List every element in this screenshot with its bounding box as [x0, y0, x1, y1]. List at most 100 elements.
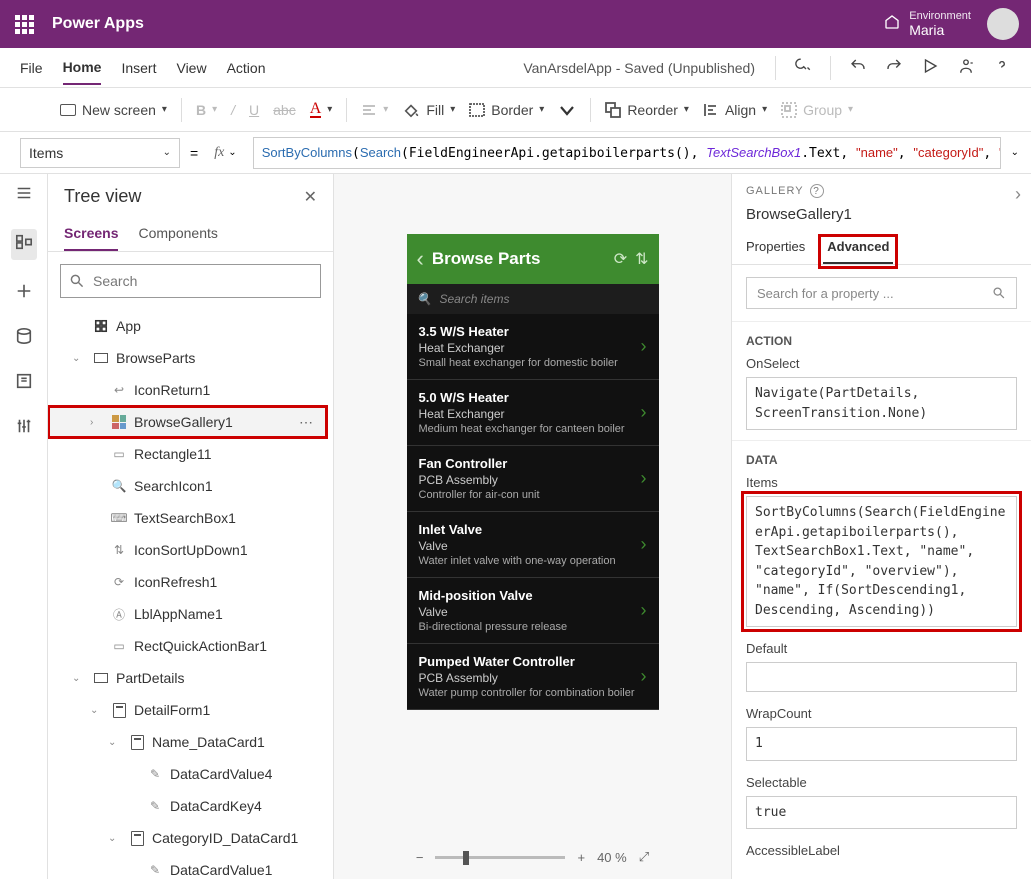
item-name: 3.5 W/S Heater: [419, 324, 641, 339]
selectable-label: Selectable: [746, 775, 1017, 790]
default-input[interactable]: [746, 662, 1017, 692]
tree-node-app[interactable]: App: [48, 310, 327, 342]
advanced-tools-icon[interactable]: [15, 417, 33, 440]
tree-node-name-datacard1[interactable]: ⌄Name_DataCard1: [48, 726, 327, 758]
preview-search[interactable]: 🔍 Search items: [407, 284, 659, 314]
close-icon[interactable]: ✕: [304, 187, 317, 207]
menubar: File Home Insert View Action VanArsdelAp…: [0, 48, 1031, 88]
tree-node-datacardvalue1[interactable]: ✎DataCardValue1: [48, 854, 327, 879]
section-action: ACTION: [732, 321, 1031, 352]
list-item[interactable]: 5.0 W/S HeaterHeat ExchangerMedium heat …: [407, 380, 659, 446]
app-preview[interactable]: ‹ Browse Parts ⟳ ⇅ 🔍 Search items 3.5 W/…: [407, 234, 659, 710]
screen-icon: [60, 104, 76, 116]
onselect-input[interactable]: Navigate(PartDetails, ScreenTransition.N…: [746, 377, 1017, 430]
redo-icon[interactable]: [885, 57, 903, 78]
tab-advanced[interactable]: Advanced: [823, 239, 893, 264]
zoom-slider[interactable]: [435, 856, 565, 859]
tree-node-partdetails[interactable]: ⌄PartDetails: [48, 662, 327, 694]
menu-action[interactable]: Action: [227, 52, 266, 84]
tree-node-datacardvalue4[interactable]: ✎DataCardValue4: [48, 758, 327, 790]
separator: [346, 98, 347, 122]
formula-bar: Items ⌄ = fx⌄ SortByColumns(Search(Field…: [0, 132, 1031, 174]
hamburger-icon[interactable]: [15, 184, 33, 207]
property-search[interactable]: Search for a property ...: [746, 277, 1017, 309]
tab-properties[interactable]: Properties: [746, 239, 805, 264]
tree-search-input[interactable]: Search: [60, 264, 321, 298]
tree-node-iconreturn1[interactable]: ↩IconReturn1: [48, 374, 327, 406]
align-text-button: ▾: [361, 103, 388, 117]
sort-icon[interactable]: ⇅: [635, 249, 648, 269]
align-button[interactable]: Align▾: [703, 102, 767, 118]
canvas-footer: − + 40 % ⤢: [334, 849, 731, 865]
preview-search-placeholder: Search items: [439, 292, 509, 306]
control-type: GALLERY: [746, 185, 804, 197]
data-icon[interactable]: [15, 327, 33, 350]
refresh-icon[interactable]: ⟳: [614, 249, 627, 269]
formula-input[interactable]: SortByColumns(Search(FieldEngineerApi.ge…: [253, 137, 1001, 169]
share-icon[interactable]: [957, 57, 975, 78]
tree-view-icon[interactable]: [11, 229, 37, 260]
tree-node-rectangle11[interactable]: ▭Rectangle11: [48, 438, 327, 470]
property-selector[interactable]: Items ⌄: [20, 138, 180, 168]
new-screen-button[interactable]: New screen ▾: [60, 102, 167, 118]
expand-formula-icon[interactable]: ⌄: [1011, 147, 1019, 158]
border-button[interactable]: Border▾: [469, 102, 544, 118]
zoom-in-button[interactable]: +: [577, 850, 585, 865]
item-description: Bi-directional pressure release: [419, 621, 641, 633]
tab-components[interactable]: Components: [138, 225, 217, 251]
chevron-right-icon[interactable]: ›: [1015, 184, 1021, 205]
environment-picker[interactable]: Environment Maria: [883, 10, 971, 38]
environment-label: Environment: [909, 10, 971, 22]
list-item[interactable]: Inlet ValveValveWater inlet valve with o…: [407, 512, 659, 578]
tree-node-detailform1[interactable]: ⌄DetailForm1: [48, 694, 327, 726]
more-icon[interactable]: ⋯: [299, 414, 315, 431]
help-icon[interactable]: [993, 57, 1011, 78]
tab-screens[interactable]: Screens: [64, 225, 118, 251]
user-avatar[interactable]: [987, 8, 1019, 40]
item-description: Water inlet valve with one-way operation: [419, 555, 641, 567]
tree-node-browseparts[interactable]: ⌄BrowseParts: [48, 342, 327, 374]
list-item[interactable]: Pumped Water ControllerPCB AssemblyWater…: [407, 644, 659, 710]
wrapcount-input[interactable]: 1: [746, 727, 1017, 761]
items-input[interactable]: SortByColumns(Search(FieldEngineerApi.ge…: [746, 496, 1017, 627]
zoom-out-button[interactable]: −: [416, 850, 424, 865]
tree-node-browsegallery1[interactable]: ›BrowseGallery1⋯: [48, 406, 327, 438]
tree-node-lblappname1[interactable]: ⒶLblAppName1: [48, 598, 327, 630]
tree-node-rectquickactionbar1[interactable]: ▭RectQuickActionBar1: [48, 630, 327, 662]
app-checker-icon[interactable]: [794, 57, 812, 78]
list-item[interactable]: Fan ControllerPCB AssemblyController for…: [407, 446, 659, 512]
list-item[interactable]: Mid-position ValveValveBi-directional pr…: [407, 578, 659, 644]
undo-icon[interactable]: [849, 57, 867, 78]
item-category: Heat Exchanger: [419, 407, 641, 421]
preview-title: Browse Parts: [432, 249, 606, 269]
menu-file[interactable]: File: [20, 52, 43, 84]
fx-button[interactable]: fx⌄: [208, 145, 243, 161]
document-title: VanArsdelApp - Saved (Unpublished): [523, 60, 755, 76]
format-dropdown[interactable]: [558, 103, 576, 117]
tree-node-searchicon1[interactable]: 🔍SearchIcon1: [48, 470, 327, 502]
tree-node-textsearchbox1[interactable]: ⌨TextSearchBox1: [48, 502, 327, 534]
tree-node-datacardkey4[interactable]: ✎DataCardKey4: [48, 790, 327, 822]
fit-to-screen-icon[interactable]: ⤢: [639, 849, 649, 865]
app-launcher-icon[interactable]: [12, 12, 36, 36]
tree-node-iconsortupdown1[interactable]: ⇅IconSortUpDown1: [48, 534, 327, 566]
back-icon[interactable]: ‹: [417, 246, 424, 272]
selectable-input[interactable]: true: [746, 796, 1017, 830]
group-label: Group: [803, 102, 842, 118]
reorder-button[interactable]: Reorder▾: [605, 102, 689, 118]
info-icon[interactable]: ?: [810, 184, 824, 198]
play-icon[interactable]: [921, 57, 939, 78]
preview-header: ‹ Browse Parts ⟳ ⇅: [407, 234, 659, 284]
item-category: Valve: [419, 605, 641, 619]
list-item[interactable]: 3.5 W/S HeaterHeat ExchangerSmall heat e…: [407, 314, 659, 380]
menu-view[interactable]: View: [176, 52, 206, 84]
tree-node-iconrefresh1[interactable]: ⟳IconRefresh1: [48, 566, 327, 598]
tree-node-categoryid-datacard1[interactable]: ⌄CategoryID_DataCard1: [48, 822, 327, 854]
fill-button[interactable]: Fill▾: [402, 102, 455, 118]
media-icon[interactable]: [15, 372, 33, 395]
menu-home[interactable]: Home: [63, 51, 102, 85]
item-category: PCB Assembly: [419, 671, 641, 685]
menu-insert[interactable]: Insert: [121, 52, 156, 84]
add-data-icon[interactable]: [15, 282, 33, 305]
font-color-button[interactable]: A▾: [310, 102, 333, 118]
